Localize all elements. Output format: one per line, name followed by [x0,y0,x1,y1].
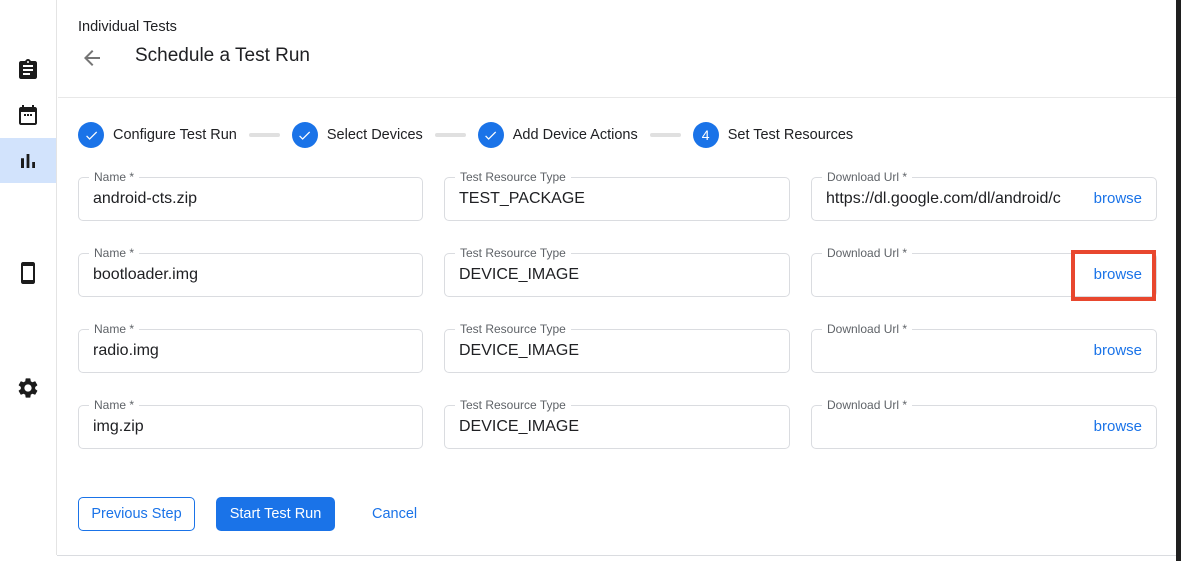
resource-type-value: DEVICE_IMAGE [445,330,781,372]
resource-type-field[interactable]: Test Resource Type DEVICE_IMAGE [444,329,790,373]
step-set-test-resources[interactable]: 4 Set Test Resources [693,122,853,148]
step-select-devices[interactable]: Select Devices [292,122,423,148]
resource-type-value: DEVICE_IMAGE [445,254,781,296]
clipboard-icon [16,58,40,82]
calendar-icon [16,103,40,127]
header-divider [58,97,1181,98]
back-button[interactable] [79,45,105,71]
name-input[interactable]: img.zip [79,406,414,448]
browse-link[interactable]: browse [1094,406,1142,448]
resource-row-img-zip: Name * img.zip Test Resource Type DEVICE… [78,405,1157,449]
sidebar-item-test-results[interactable] [0,138,56,183]
browse-link[interactable]: browse [1094,330,1142,372]
step-complete-icon [292,122,318,148]
download-url-field[interactable]: Download Url * browse [811,253,1157,297]
resource-type-value: TEST_PACKAGE [445,178,781,220]
step-complete-icon [78,122,104,148]
step-connector [249,133,280,137]
resource-type-value: DEVICE_IMAGE [445,406,781,448]
name-field[interactable]: Name * img.zip [78,405,423,449]
step-number-badge: 4 [693,122,719,148]
name-field[interactable]: Name * radio.img [78,329,423,373]
bottom-divider [57,555,1181,556]
download-url-input[interactable]: https://dl.google.com/dl/android/c [812,178,1084,220]
arrow-back-icon [80,46,104,70]
resource-type-field[interactable]: Test Resource Type DEVICE_IMAGE [444,405,790,449]
sidebar-item-settings[interactable] [0,365,56,411]
bar-chart-icon [16,149,40,173]
download-url-input[interactable] [812,406,1084,448]
download-url-field[interactable]: Download Url * https://dl.google.com/dl/… [811,177,1157,221]
test-resources-form: Name * android-cts.zip Test Resource Typ… [78,177,1157,481]
start-test-run-button[interactable]: Start Test Run [216,497,335,531]
resource-row-bootloader: Name * bootloader.img Test Resource Type… [78,253,1157,297]
page-title: Schedule a Test Run [135,45,310,67]
download-url-input[interactable] [812,254,1084,296]
step-label: Set Test Resources [728,127,853,143]
resource-type-field[interactable]: Test Resource Type TEST_PACKAGE [444,177,790,221]
check-icon [297,128,312,143]
step-complete-icon [478,122,504,148]
step-label: Add Device Actions [513,127,638,143]
step-label: Select Devices [327,127,423,143]
step-add-device-actions[interactable]: Add Device Actions [478,122,638,148]
name-field[interactable]: Name * android-cts.zip [78,177,423,221]
name-input[interactable]: bootloader.img [79,254,414,296]
name-input[interactable]: android-cts.zip [79,178,414,220]
check-icon [84,128,99,143]
sidebar-item-tests[interactable] [0,47,56,93]
gear-icon [16,376,40,400]
phone-icon [16,261,40,285]
resource-row-android-cts: Name * android-cts.zip Test Resource Typ… [78,177,1157,221]
step-configure-test-run[interactable]: Configure Test Run [78,122,237,148]
browse-link[interactable]: browse [1094,254,1142,296]
download-url-field[interactable]: Download Url * browse [811,405,1157,449]
stepper: Configure Test Run Select Devices Add De… [78,122,853,148]
step-label: Configure Test Run [113,127,237,143]
window-right-edge [1176,0,1181,561]
footer-actions: Previous Step Start Test Run Cancel [78,497,417,531]
resource-type-field[interactable]: Test Resource Type DEVICE_IMAGE [444,253,790,297]
sidebar-item-test-plans[interactable] [0,92,56,138]
name-input[interactable]: radio.img [79,330,414,372]
breadcrumb: Individual Tests [78,19,177,35]
sidebar-item-devices[interactable] [0,250,56,296]
previous-step-button[interactable]: Previous Step [78,497,195,531]
name-field[interactable]: Name * bootloader.img [78,253,423,297]
sidebar [0,0,57,555]
resource-row-radio: Name * radio.img Test Resource Type DEVI… [78,329,1157,373]
step-connector [650,133,681,137]
download-url-field[interactable]: Download Url * browse [811,329,1157,373]
check-icon [483,128,498,143]
step-connector [435,133,466,137]
cancel-button[interactable]: Cancel [372,497,417,531]
browse-link[interactable]: browse [1094,178,1142,220]
download-url-input[interactable] [812,330,1084,372]
